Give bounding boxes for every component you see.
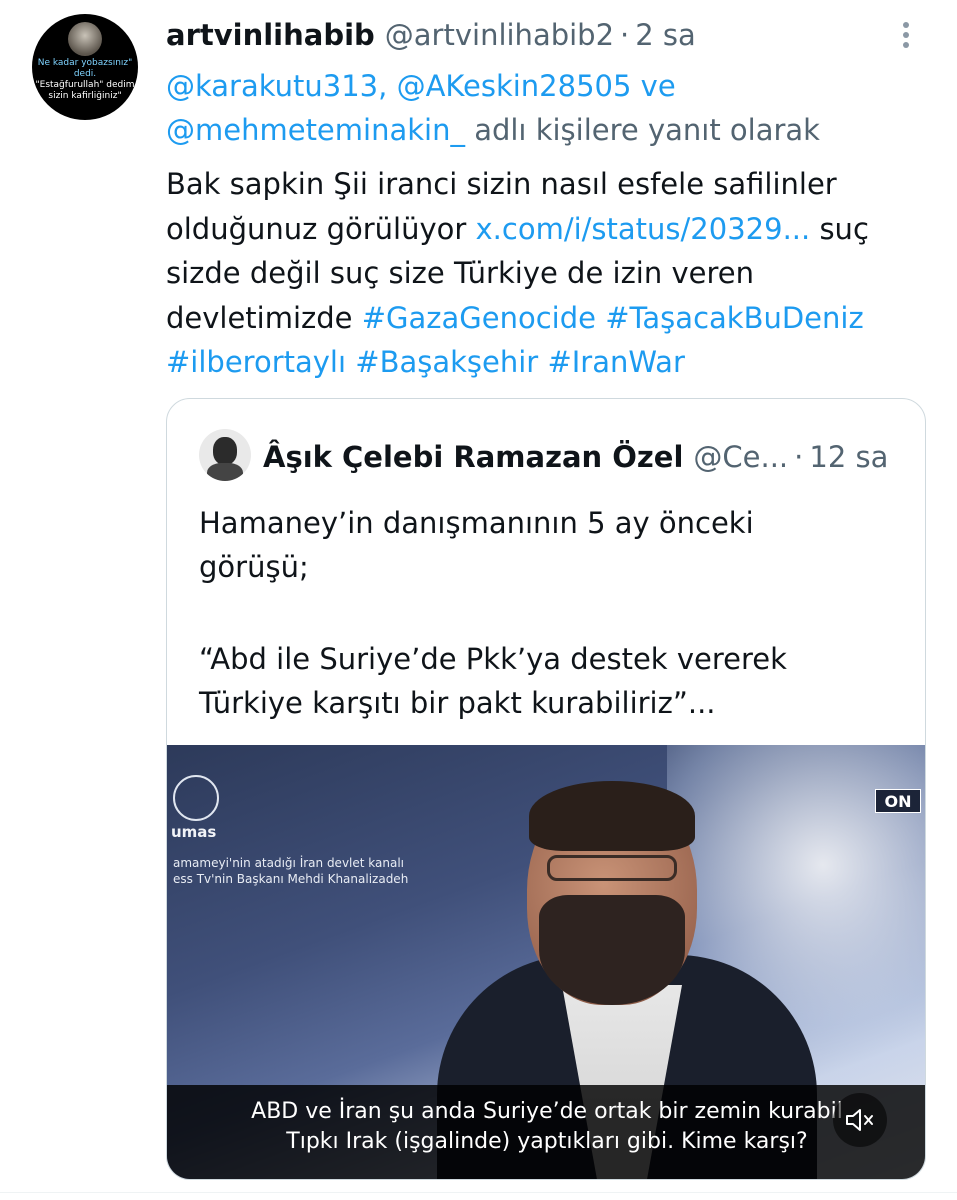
quoted-author-name[interactable]: Âşık Çelebi Ramazan Özel [263,440,683,474]
tweet[interactable]: Ne kadar yobazsınız" dedi. "Estağfurulla… [0,0,957,1200]
hashtag-link[interactable]: #GazaGenocide [362,301,596,335]
separator-dot: · [620,18,630,52]
reply-context-line-2: @mehmeteminakin_ adlı kişilere yanıt ola… [166,108,926,152]
quoted-tweet-timestamp[interactable]: 12 sa [809,440,888,474]
quoted-tweet[interactable]: Âşık Çelebi Ramazan Özel @Ce... · 12 sa … [166,398,926,1180]
tweet-timestamp[interactable]: 2 sa [635,18,696,52]
video-subtitle: ABD ve İran şu anda Suriye’de ortak bir … [167,1097,925,1157]
more-options-icon[interactable] [896,18,916,52]
hashtag-link[interactable]: #IranWar [547,345,684,379]
hashtag-link[interactable]: #Başakşehir [355,345,538,379]
tweet-text-segment: suç [819,211,869,246]
tweet-text-line: olduğunuz görülüyor x.com/i/status/20329… [166,207,926,252]
video-caption-line: ess Tv'nin Başkanı Mehdi Khanalizadeh [173,872,409,886]
tweet-text-line: Bak sapkin Şii iranci sizin nasıl esfele… [166,167,837,201]
author-handle[interactable]: @artvinlihabib2 [385,18,614,52]
speaker-muted-icon[interactable] [833,1093,887,1147]
quoted-text-line: “Abd ile Suriye’de Pkk’ya destek vererek [199,642,787,676]
reply-and-word: ve [640,69,676,103]
mention-link[interactable]: @AKeskin28505 [397,69,632,103]
avatar-face [213,437,237,465]
video-caption-line: amameyi'nin atadığı İran devlet kanalı [173,856,404,870]
reply-context-line-1: @karakutu313, @AKeskin28505 ve [166,64,926,108]
status-link[interactable]: x.com/i/status/20329... [476,212,811,246]
quoted-tweet-header: Âşık Çelebi Ramazan Özel @Ce... · 12 sa [263,435,888,479]
globe-logo-icon [173,775,219,821]
mention-link[interactable]: @mehmeteminakin_ [166,113,465,147]
quoted-text-line: Hamaney’in danışmanının 5 ay önceki [199,506,754,540]
divider [0,1192,957,1193]
channel-logo: ON [875,789,921,813]
subtitle-line: Tıpkı Irak (işgalinde) yaptıkları gibi. … [286,1129,808,1154]
avatar-body [207,463,243,481]
tweet-text-line: sizde değil suç size Türkiye de izin ver… [166,256,754,290]
hashtag-link[interactable]: #TaşacakBuDeniz [605,301,863,335]
tweet-text-segment: olduğunuz görülüyor [166,211,467,246]
avatar-photo [68,22,102,56]
subtitle-line: ABD ve İran şu anda Suriye’de ortak bir … [251,1099,843,1124]
tweet-text-line: devletimizde #GazaGenocide #TaşacakBuDen… [166,296,926,341]
tweet-text: Bak sapkin Şii iranci sizin nasıl esfele… [166,162,926,385]
quoted-author-avatar[interactable] [199,429,251,481]
hashtag-link[interactable]: #ilberortaylı [166,345,346,379]
video-player[interactable]: umas amameyi'nin atadığı İran devlet kan… [167,745,925,1179]
quoted-tweet-text: Hamaney’in danışmanının 5 ay önceki görü… [199,501,899,725]
author-name[interactable]: artvinlihabib [166,18,375,52]
quoted-text-line: görüşü; [199,550,309,584]
tweet-header: artvinlihabib @artvinlihabib2 · 2 sa [166,14,696,56]
reply-suffix: adlı kişilere yanıt olarak [474,113,820,147]
quoted-author-handle[interactable]: @Ce... [693,440,788,474]
tweet-text-line: #ilberortaylı #Başakşehir #IranWar [166,340,926,385]
speaker-beard [539,895,685,1005]
mention-link[interactable]: @karakutu313, [166,69,387,103]
speaker-glasses [547,855,677,881]
video-caption: amameyi'nin atadığı İran devlet kanalı e… [173,855,473,887]
tweet-text-segment: devletimizde [166,300,353,335]
separator-dot: · [794,440,804,474]
broadcaster-logo-text: umas [171,823,217,841]
speaker-hair [529,781,695,851]
quoted-text-line: Türkiye karşıtı bir pakt kurabiliriz”... [199,686,716,720]
author-avatar[interactable]: Ne kadar yobazsınız" dedi. "Estağfurulla… [32,14,138,120]
avatar-caption: Ne kadar yobazsınız" dedi. "Estağfurulla… [35,58,135,101]
